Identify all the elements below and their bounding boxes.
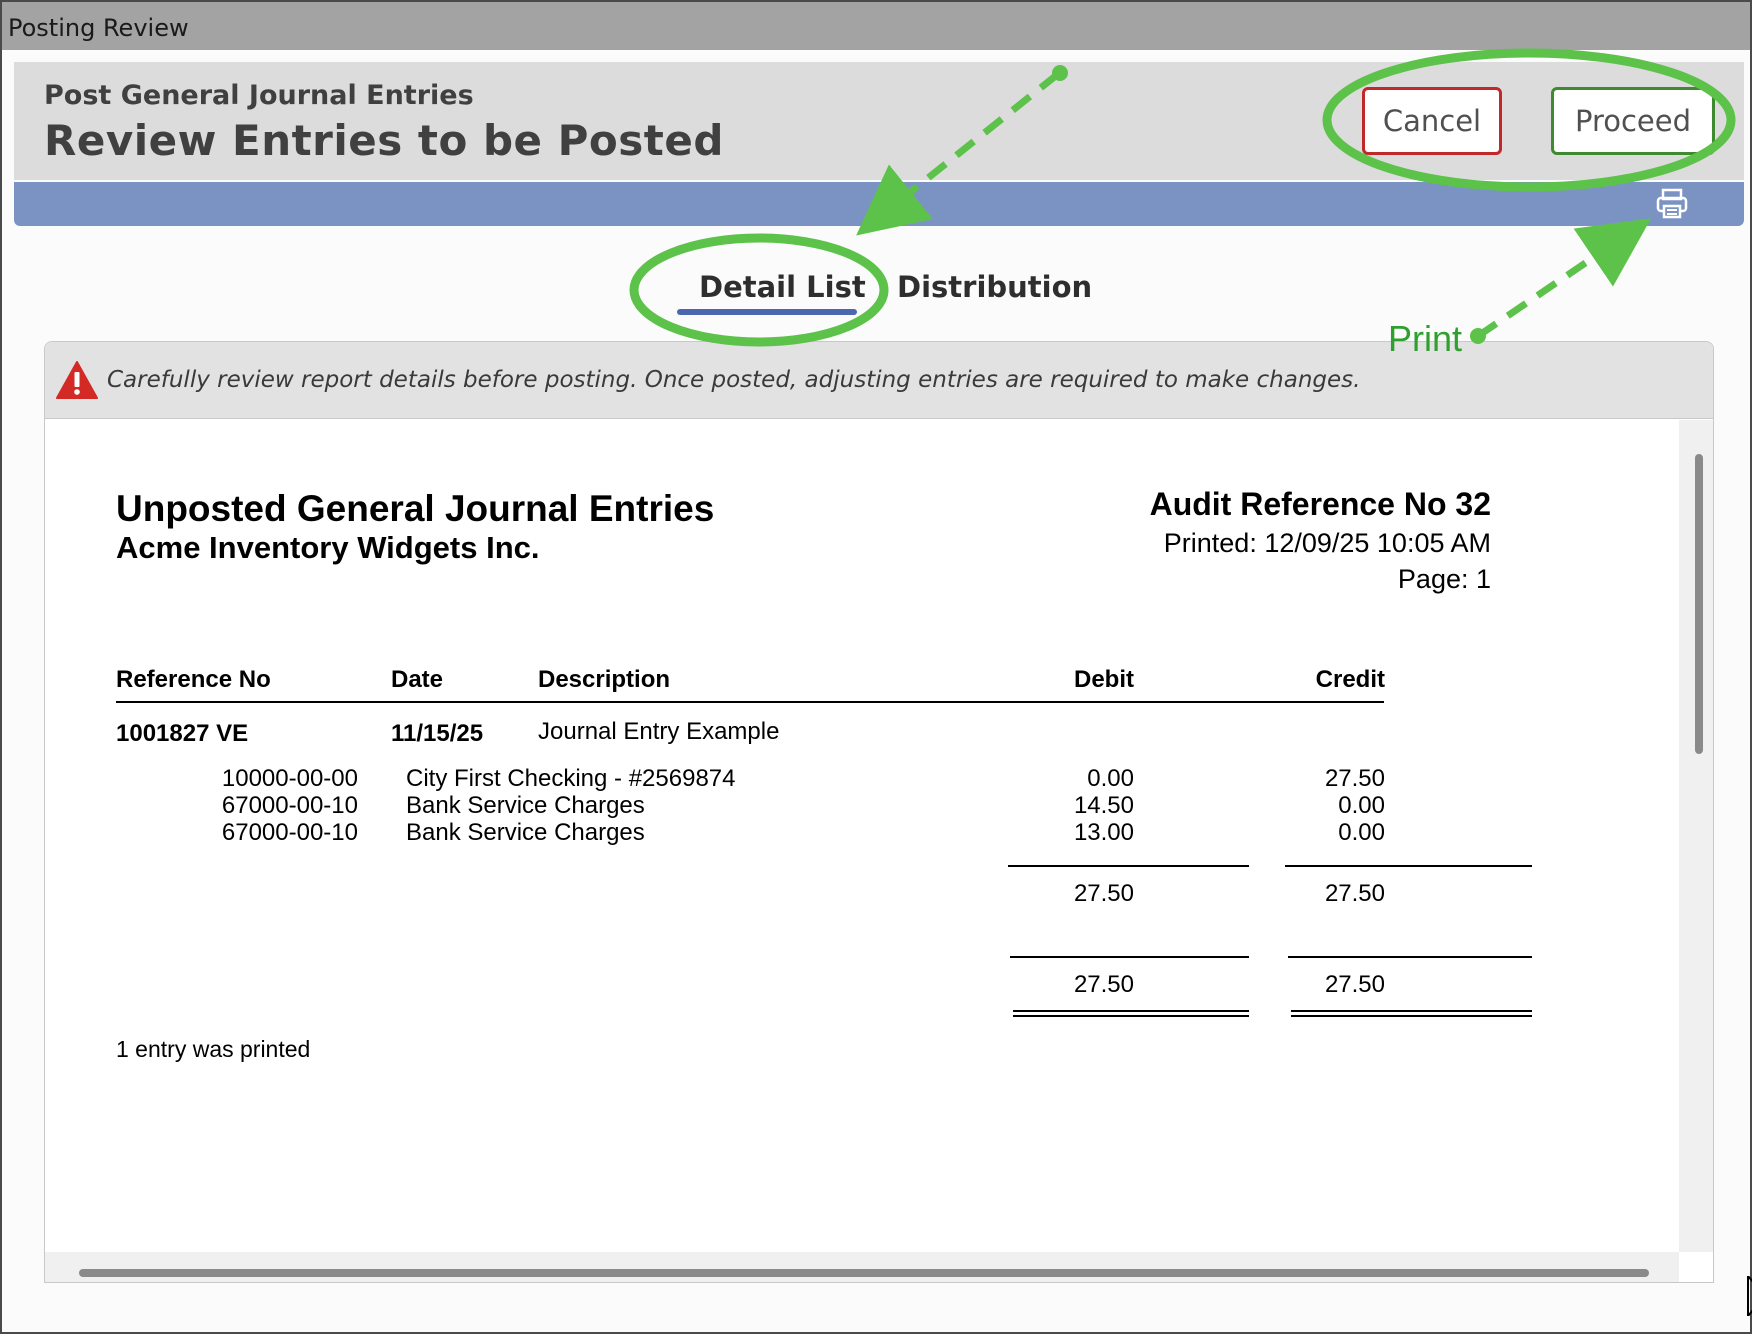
subtotal-rule-debit [1008,865,1249,867]
page-header: Post General Journal Entries Review Entr… [14,62,1744,180]
tab-detail-list[interactable]: Detail List [699,270,866,304]
cancel-button[interactable]: Cancel [1362,87,1502,155]
report-title: Unposted General Journal Entries [116,488,715,529]
total-rule-debit [1010,956,1249,958]
entry-reference: 1001827 VE [116,720,249,747]
column-header-date: Date [391,666,444,693]
column-header-credit: Credit [1315,666,1385,693]
line-credit: 27.50 [1324,765,1385,792]
entry-count-note: 1 entry was printed [116,1036,311,1062]
line-account-name: Bank Service Charges [406,819,645,846]
horizontal-scrollbar[interactable] [45,1252,1679,1282]
print-annotation-label: Print [1388,318,1463,359]
toolbar-band [14,182,1744,226]
report-frame: Carefully review report details before p… [44,341,1714,1283]
report-tabs: Detail List Distribution [2,264,1752,324]
column-header-description: Description [538,666,671,693]
column-header-reference: Reference No [116,666,271,693]
vertical-scroll-thumb[interactable] [1695,454,1703,754]
line-credit: 0.00 [1338,819,1385,846]
subtotal-rule-credit [1285,865,1532,867]
printer-icon[interactable] [1654,186,1690,222]
window-titlebar: Posting Review [2,2,1750,50]
window-title: Posting Review [8,14,189,42]
line-debit: 0.00 [1087,765,1134,792]
double-rule-debit-bottom [1013,1015,1249,1017]
posting-review-window: Posting Review Post General Journal Entr… [0,0,1752,1334]
warning-banner: Carefully review report details before p… [45,342,1713,419]
report-company: Acme Inventory Widgets Inc. [116,530,540,565]
line-debit: 14.50 [1073,792,1134,819]
grand-total-credit: 27.50 [1324,971,1385,998]
warning-triangle-icon [55,360,99,400]
active-tab-indicator [677,309,857,315]
page-number: Page: 1 [1397,564,1491,594]
horizontal-scroll-thumb[interactable] [79,1269,1649,1277]
header-divider [116,701,1384,703]
double-rule-credit-bottom [1291,1015,1532,1017]
resize-cursor-icon [1746,1275,1752,1317]
warning-text: Carefully review report details before p… [107,367,1361,393]
double-rule-debit-top [1013,1010,1249,1012]
column-header-debit: Debit [1074,666,1134,693]
page-title: Review Entries to be Posted [44,116,724,165]
proceed-button[interactable]: Proceed [1551,87,1715,155]
audit-reference: Audit Reference No 32 [1149,486,1491,522]
double-rule-credit-top [1291,1010,1532,1012]
entry-total-credit: 27.50 [1324,880,1385,907]
entry-date: 11/15/25 [391,720,484,747]
tab-distribution[interactable]: Distribution [897,270,1092,304]
entry-total-debit: 27.50 [1073,880,1134,907]
line-account-name: City First Checking - #2569874 [406,765,736,792]
page-subtitle: Post General Journal Entries [44,80,474,111]
line-credit: 0.00 [1338,792,1385,819]
entry-description: Journal Entry Example [538,718,780,745]
line-account: 67000-00-10 [221,819,358,846]
printed-timestamp: Printed: 12/09/25 10:05 AM [1163,528,1491,558]
line-account: 67000-00-10 [221,792,358,819]
report-document: Unposted General Journal Entries Acme In… [45,420,1677,1246]
line-account: 10000-00-00 [221,765,358,792]
grand-total-debit: 27.50 [1073,971,1134,998]
total-rule-credit [1288,956,1532,958]
line-debit: 13.00 [1073,819,1134,846]
line-account-name: Bank Service Charges [406,792,645,819]
